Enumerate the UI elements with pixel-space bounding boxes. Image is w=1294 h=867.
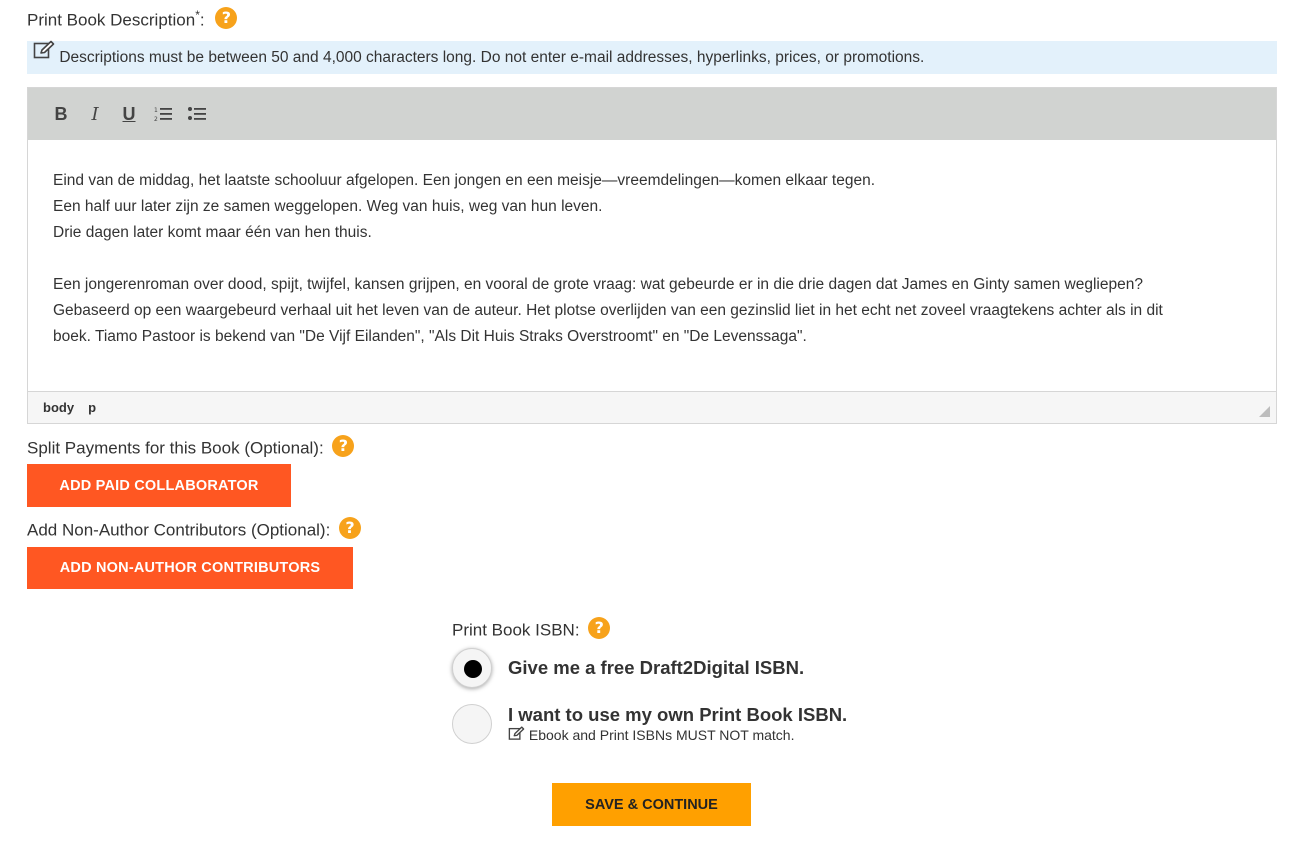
- isbn-label: Print Book ISBN:: [452, 620, 580, 640]
- description-info-text: Descriptions must be between 50 and 4,00…: [59, 49, 925, 66]
- description-paragraph: Gebaseerd op een waargebeurd verhaal uit…: [53, 302, 1163, 319]
- edit-icon: [33, 39, 55, 72]
- isbn-own-label[interactable]: I want to use my own Print Book ISBN.: [508, 704, 847, 726]
- isbn-free-radio[interactable]: [452, 648, 492, 688]
- bullet-list-icon: [188, 107, 206, 120]
- underline-button[interactable]: U: [112, 97, 146, 131]
- isbn-help-icon[interactable]: ?: [588, 617, 611, 639]
- isbn-own-note: Ebook and Print ISBNs MUST NOT match.: [508, 726, 795, 745]
- contributors-label: Add Non-Author Contributors (Optional):: [27, 520, 331, 540]
- description-paragraph: Een half uur later zijn ze samen weggelo…: [53, 198, 603, 215]
- isbn-free-label[interactable]: Give me a free Draft2Digital ISBN.: [508, 657, 804, 679]
- bullet-list-button[interactable]: [180, 97, 214, 131]
- save-continue-button[interactable]: SAVE & CONTINUE: [552, 783, 751, 826]
- description-info-bar: Descriptions must be between 50 and 4,00…: [27, 41, 1277, 74]
- description-paragraph: Eind van de middag, het laatste schooluu…: [53, 172, 876, 189]
- numbered-list-icon: 1 2: [154, 107, 172, 122]
- description-paragraph: Een jongerenroman over dood, spijt, twij…: [53, 276, 1143, 293]
- split-payments-help-icon[interactable]: ?: [332, 435, 355, 457]
- svg-text:1: 1: [154, 107, 158, 114]
- italic-button[interactable]: I: [78, 97, 112, 131]
- description-editor[interactable]: B I U 1 2 Eind van de middag, het laatst…: [27, 87, 1277, 424]
- description-paragraph: Drie dagen later komt maar één van hen t…: [53, 224, 372, 241]
- split-payments-label-row: Split Payments for this Book (Optional):…: [27, 435, 355, 460]
- add-paid-collaborator-button[interactable]: ADD PAID COLLABORATOR: [27, 464, 291, 507]
- description-help-icon[interactable]: ?: [215, 7, 238, 30]
- path-body[interactable]: body: [43, 400, 74, 415]
- bold-button[interactable]: B: [44, 97, 78, 131]
- description-label-row: Print Book Description*: ?: [27, 7, 238, 32]
- contributors-help-icon[interactable]: ?: [339, 517, 362, 539]
- edit-icon: [508, 726, 525, 744]
- contributors-label-row: Add Non-Author Contributors (Optional): …: [27, 517, 362, 542]
- isbn-label-row: Print Book ISBN: ?: [452, 617, 611, 642]
- radio-selected-dot: [464, 660, 482, 678]
- isbn-own-radio[interactable]: [452, 704, 492, 744]
- editor-toolbar: B I U 1 2: [28, 88, 1276, 140]
- description-label: Print Book Description: [27, 10, 196, 30]
- numbered-list-button[interactable]: 1 2: [146, 97, 180, 131]
- description-colon: :: [199, 10, 205, 30]
- add-non-author-contributors-button[interactable]: ADD NON-AUTHOR CONTRIBUTORS: [27, 547, 353, 589]
- editor-content[interactable]: Eind van de middag, het laatste schooluu…: [28, 140, 1276, 367]
- split-payments-label: Split Payments for this Book (Optional):: [27, 438, 324, 458]
- resize-handle-icon[interactable]: [1259, 406, 1270, 417]
- editor-statusbar: body p: [28, 391, 1276, 423]
- description-paragraph: boek. Tiamo Pastoor is bekend van "De Vi…: [53, 328, 807, 345]
- path-p[interactable]: p: [88, 400, 96, 415]
- isbn-note-text: Ebook and Print ISBNs MUST NOT match.: [528, 727, 795, 743]
- svg-text:2: 2: [154, 116, 158, 122]
